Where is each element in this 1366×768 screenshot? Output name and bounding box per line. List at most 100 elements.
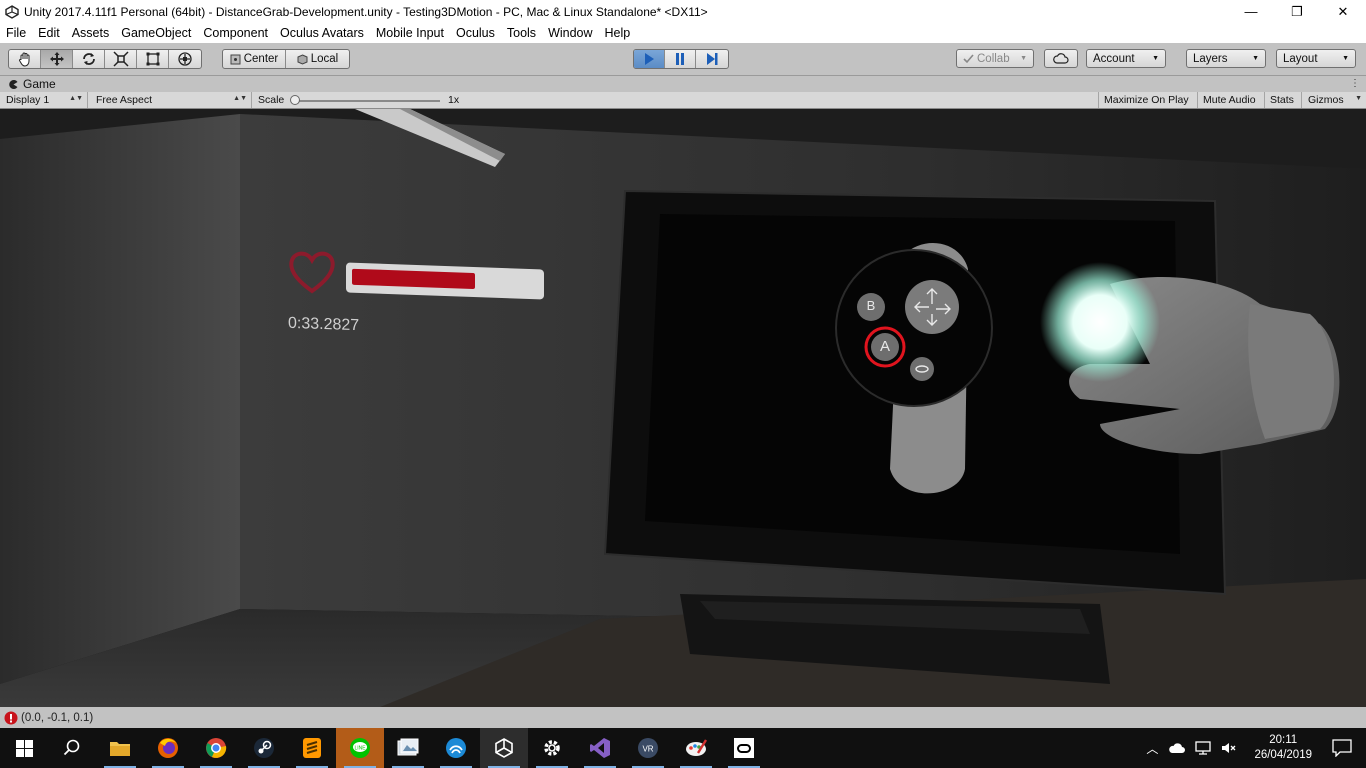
clock-date: 26/04/2019 [1254,749,1312,761]
chrome-icon[interactable] [192,728,240,768]
minimize-button[interactable]: — [1228,0,1274,23]
menu-oculus-avatars[interactable]: Oculus Avatars [274,26,370,40]
space-local-button[interactable]: Local [286,50,349,68]
layout-label: Layout [1283,52,1318,65]
rotate-tool-icon[interactable] [73,50,105,68]
pivot-center-button[interactable]: Center [223,50,287,68]
steam-icon[interactable] [240,728,288,768]
display-dropdown[interactable]: Display 1 ▲▼ [0,92,88,108]
maximize-on-play-toggle[interactable]: Maximize On Play [1098,92,1198,108]
stats-label: Stats [1270,94,1294,106]
menu-oculus[interactable]: Oculus [450,26,501,40]
main-toolbar: Center Local Collab ▼ Account ▼ Layers ▼ [0,43,1366,76]
account-label: Account [1093,52,1135,65]
stats-toggle[interactable]: Stats [1265,92,1302,108]
menu-edit[interactable]: Edit [32,26,66,40]
unity-icon[interactable] [480,728,528,768]
oculus-icon[interactable] [720,728,768,768]
clock-time: 20:11 [1269,734,1298,746]
paint-app-icon[interactable] [672,728,720,768]
layers-dropdown[interactable]: Layers ▼ [1186,49,1266,68]
scale-slider-thumb[interactable] [290,95,300,105]
status-bar[interactable]: (0.0, -0.1, 0.1) [0,707,1366,728]
scale-label: Scale [258,94,285,106]
menu-gameobject[interactable]: GameObject [115,26,197,40]
rect-tool-icon[interactable] [137,50,169,68]
scale-control: Scale 1x [252,92,466,108]
aspect-dropdown[interactable]: Free Aspect ▲▼ [90,92,252,108]
window-title: Unity 2017.4.11f1 Personal (64bit) - Dis… [24,4,708,19]
pivot-label: Center [243,53,279,65]
mute-audio-toggle[interactable]: Mute Audio [1198,92,1265,108]
chevron-down-icon: ▼ [1342,55,1349,62]
visual-studio-icon[interactable] [576,728,624,768]
maximize-button[interactable]: ❐ [1274,0,1320,23]
photos-icon[interactable] [384,728,432,768]
panel-menu-icon[interactable]: ⋮ [1350,78,1360,89]
menu-component[interactable]: Component [197,26,274,40]
controller-b-label: B [866,298,876,313]
layout-dropdown[interactable]: Layout ▼ [1276,49,1356,68]
onedrive-cloud-icon[interactable] [1168,741,1186,755]
transform-tool-icon[interactable] [169,50,201,68]
scale-tool-icon[interactable] [105,50,137,68]
menu-help[interactable]: Help [599,26,637,40]
svg-text:LINE: LINE [354,746,366,752]
error-icon [4,711,18,724]
volume-muted-icon[interactable] [1220,741,1238,755]
chevron-updown-icon: ▲▼ [69,95,83,102]
scale-slider-track[interactable] [292,100,440,102]
gizmos-label: Gizmos [1308,94,1344,106]
system-tray: ︿ 20:11 26/04/2019 [1140,728,1366,768]
unity-logo-icon [4,4,20,20]
display-label: Display 1 [6,94,50,106]
collab-label: Collab [977,52,1010,65]
network-icon[interactable] [1194,741,1212,755]
game-scene [0,109,1366,707]
move-tool-icon[interactable] [41,50,73,68]
svg-text:VR: VR [642,745,653,754]
collab-dropdown[interactable]: Collab ▼ [956,49,1034,68]
file-explorer-icon[interactable] [96,728,144,768]
menu-assets[interactable]: Assets [66,26,116,40]
pause-button[interactable] [665,50,696,68]
heart-icon [289,251,335,294]
cloud-button[interactable] [1044,49,1078,68]
maximize-on-play-label: Maximize On Play [1104,94,1189,106]
tab-game[interactable]: Game [0,77,56,91]
settings-icon[interactable] [528,728,576,768]
chevron-down-icon: ▼ [1152,55,1159,62]
notification-icon[interactable] [1332,739,1352,757]
chevron-down-icon: ▼ [1252,55,1259,62]
chevron-up-icon[interactable]: ︿ [1146,740,1158,757]
controller-a-label: A [879,338,890,355]
firefox-icon[interactable] [144,728,192,768]
hand-tool-icon[interactable] [9,50,41,68]
game-viewport[interactable]: 0:33.2827 B A [0,109,1366,707]
play-button[interactable] [634,50,665,68]
window-titlebar: Unity 2017.4.11f1 Personal (64bit) - Dis… [0,0,1366,23]
pause-icon [676,53,684,65]
account-dropdown[interactable]: Account ▼ [1086,49,1166,68]
search-icon[interactable] [48,728,96,768]
menu-file[interactable]: File [0,26,32,40]
vr-app-icon[interactable]: VR [624,728,672,768]
network-app-icon[interactable] [432,728,480,768]
line-icon[interactable]: LINE [336,728,384,768]
pivot-icon [230,54,241,64]
menu-bar: File Edit Assets GameObject Component Oc… [0,23,1366,43]
menu-tools[interactable]: Tools [501,26,542,40]
pivot-toggles: Center Local [222,49,350,69]
check-icon [963,54,974,64]
close-button[interactable]: ✕ [1320,0,1366,23]
cloud-icon [1053,53,1069,64]
sublime-icon[interactable] [288,728,336,768]
status-message: (0.0, -0.1, 0.1) [21,711,94,724]
step-button[interactable] [696,50,727,68]
start-icon[interactable] [0,728,48,768]
menu-window[interactable]: Window [542,26,598,40]
gizmos-dropdown[interactable]: Gizmos ▼ [1302,92,1364,108]
transform-tools [8,49,202,69]
taskbar-clock[interactable]: 20:11 26/04/2019 [1254,733,1312,763]
menu-mobile-input[interactable]: Mobile Input [370,26,450,40]
